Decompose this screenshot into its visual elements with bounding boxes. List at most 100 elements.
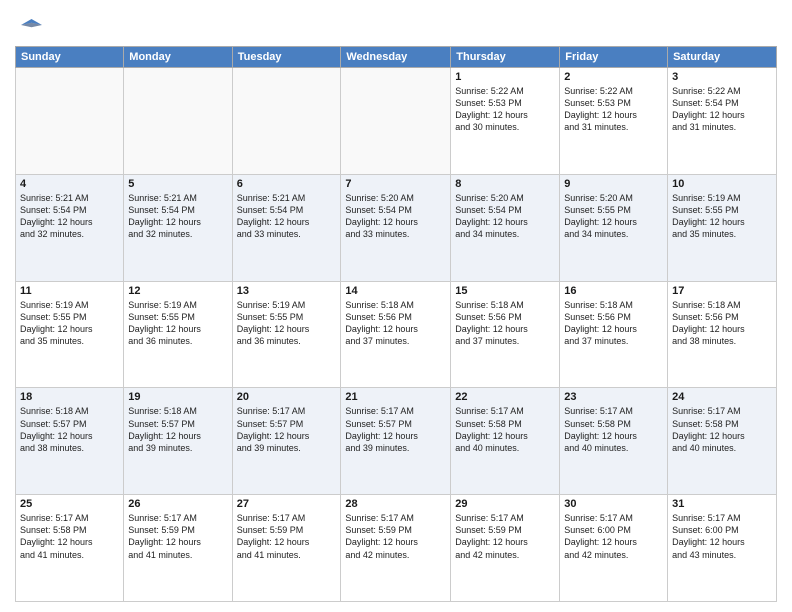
calendar-cell: 15 Sunrise: 5:18 AM Sunset: 5:56 PM Dayli…: [451, 281, 560, 388]
day-number: 8: [455, 178, 555, 190]
calendar-cell: 13 Sunrise: 5:19 AM Sunset: 5:55 PM Dayli…: [232, 281, 341, 388]
calendar-cell: 29 Sunrise: 5:17 AM Sunset: 5:59 PM Dayli…: [451, 495, 560, 602]
calendar-cell: 7 Sunrise: 5:20 AM Sunset: 5:54 PM Daylig…: [341, 174, 451, 281]
day-info: Sunrise: 5:22 AM Sunset: 5:53 PM Dayligh…: [455, 85, 555, 134]
calendar-cell: 3Sunrise: 5:22 AM Sunset: 5:54 PM Daylig…: [668, 68, 777, 175]
calendar-cell: 8 Sunrise: 5:20 AM Sunset: 5:54 PM Daylig…: [451, 174, 560, 281]
weekday-header-row: SundayMondayTuesdayWednesdayThursdayFrid…: [16, 47, 777, 68]
calendar-cell: 31 Sunrise: 5:17 AM Sunset: 6:00 PM Dayli…: [668, 495, 777, 602]
weekday-header: Monday: [124, 47, 232, 68]
calendar-week-row: 1 Sunrise: 5:22 AM Sunset: 5:53 PM Daylig…: [16, 68, 777, 175]
calendar-cell: 30 Sunrise: 5:17 AM Sunset: 6:00 PM Dayli…: [560, 495, 668, 602]
day-number: 12: [128, 285, 227, 297]
calendar-cell: [341, 68, 451, 175]
day-number: 1: [455, 71, 555, 83]
day-number: 7: [345, 178, 446, 190]
day-info: Sunrise: 5:20 AM Sunset: 5:54 PM Dayligh…: [455, 192, 555, 241]
day-number: 22: [455, 391, 555, 403]
calendar-week-row: 18 Sunrise: 5:18 AM Sunset: 5:57 PM Dayli…: [16, 388, 777, 495]
calendar-cell: 23Sunrise: 5:17 AM Sunset: 5:58 PM Dayli…: [560, 388, 668, 495]
day-info: Sunrise: 5:17 AM Sunset: 5:58 PM Dayligh…: [672, 405, 772, 454]
day-number: 28: [345, 498, 446, 510]
day-info: Sunrise: 5:17 AM Sunset: 5:57 PM Dayligh…: [237, 405, 337, 454]
day-info: Sunrise: 5:17 AM Sunset: 5:58 PM Dayligh…: [20, 512, 119, 561]
day-number: 13: [237, 285, 337, 297]
calendar: SundayMondayTuesdayWednesdayThursdayFrid…: [15, 46, 777, 602]
day-info: Sunrise: 5:18 AM Sunset: 5:56 PM Dayligh…: [564, 299, 663, 348]
day-info: Sunrise: 5:20 AM Sunset: 5:55 PM Dayligh…: [564, 192, 663, 241]
day-number: 18: [20, 391, 119, 403]
day-number: 15: [455, 285, 555, 297]
day-info: Sunrise: 5:17 AM Sunset: 5:58 PM Dayligh…: [455, 405, 555, 454]
day-info: Sunrise: 5:19 AM Sunset: 5:55 PM Dayligh…: [237, 299, 337, 348]
day-number: 5: [128, 178, 227, 190]
calendar-cell: [16, 68, 124, 175]
logo: [15, 10, 49, 40]
day-number: 21: [345, 391, 446, 403]
day-info: Sunrise: 5:21 AM Sunset: 5:54 PM Dayligh…: [128, 192, 227, 241]
day-number: 30: [564, 498, 663, 510]
weekday-header: Wednesday: [341, 47, 451, 68]
weekday-header: Thursday: [451, 47, 560, 68]
day-number: 14: [345, 285, 446, 297]
day-info: Sunrise: 5:17 AM Sunset: 6:00 PM Dayligh…: [672, 512, 772, 561]
day-number: 4: [20, 178, 119, 190]
calendar-cell: 4 Sunrise: 5:21 AM Sunset: 5:54 PM Daylig…: [16, 174, 124, 281]
calendar-cell: 1 Sunrise: 5:22 AM Sunset: 5:53 PM Daylig…: [451, 68, 560, 175]
day-info: Sunrise: 5:17 AM Sunset: 5:59 PM Dayligh…: [455, 512, 555, 561]
day-number: 2: [564, 71, 663, 83]
calendar-cell: 2Sunrise: 5:22 AM Sunset: 5:53 PM Daylig…: [560, 68, 668, 175]
day-info: Sunrise: 5:21 AM Sunset: 5:54 PM Dayligh…: [237, 192, 337, 241]
calendar-cell: 9 Sunrise: 5:20 AM Sunset: 5:55 PM Daylig…: [560, 174, 668, 281]
weekday-header: Tuesday: [232, 47, 341, 68]
day-number: 24: [672, 391, 772, 403]
day-number: 6: [237, 178, 337, 190]
day-info: Sunrise: 5:21 AM Sunset: 5:54 PM Dayligh…: [20, 192, 119, 241]
weekday-header: Sunday: [16, 47, 124, 68]
weekday-header: Friday: [560, 47, 668, 68]
day-number: 3: [672, 71, 772, 83]
day-number: 27: [237, 498, 337, 510]
day-info: Sunrise: 5:18 AM Sunset: 5:57 PM Dayligh…: [128, 405, 227, 454]
day-info: Sunrise: 5:18 AM Sunset: 5:56 PM Dayligh…: [455, 299, 555, 348]
calendar-cell: 17Sunrise: 5:18 AM Sunset: 5:56 PM Dayli…: [668, 281, 777, 388]
calendar-cell: 25 Sunrise: 5:17 AM Sunset: 5:58 PM Dayli…: [16, 495, 124, 602]
calendar-cell: 10 Sunrise: 5:19 AM Sunset: 5:55 PM Dayli…: [668, 174, 777, 281]
day-number: 23: [564, 391, 663, 403]
day-number: 29: [455, 498, 555, 510]
day-number: 19: [128, 391, 227, 403]
calendar-cell: [124, 68, 232, 175]
day-number: 20: [237, 391, 337, 403]
calendar-cell: 21 Sunrise: 5:17 AM Sunset: 5:57 PM Dayli…: [341, 388, 451, 495]
calendar-cell: 22 Sunrise: 5:17 AM Sunset: 5:58 PM Dayli…: [451, 388, 560, 495]
day-number: 10: [672, 178, 772, 190]
calendar-cell: 24 Sunrise: 5:17 AM Sunset: 5:58 PM Dayli…: [668, 388, 777, 495]
day-number: 9: [564, 178, 663, 190]
day-info: Sunrise: 5:18 AM Sunset: 5:56 PM Dayligh…: [345, 299, 446, 348]
day-number: 31: [672, 498, 772, 510]
day-number: 25: [20, 498, 119, 510]
day-info: Sunrise: 5:17 AM Sunset: 6:00 PM Dayligh…: [564, 512, 663, 561]
day-number: 26: [128, 498, 227, 510]
day-number: 17: [672, 285, 772, 297]
day-info: Sunrise: 5:18 AM Sunset: 5:57 PM Dayligh…: [20, 405, 119, 454]
weekday-header: Saturday: [668, 47, 777, 68]
day-info: Sunrise: 5:17 AM Sunset: 5:57 PM Dayligh…: [345, 405, 446, 454]
day-info: Sunrise: 5:19 AM Sunset: 5:55 PM Dayligh…: [672, 192, 772, 241]
calendar-cell: 16 Sunrise: 5:18 AM Sunset: 5:56 PM Dayli…: [560, 281, 668, 388]
calendar-cell: 5 Sunrise: 5:21 AM Sunset: 5:54 PM Daylig…: [124, 174, 232, 281]
calendar-week-row: 4 Sunrise: 5:21 AM Sunset: 5:54 PM Daylig…: [16, 174, 777, 281]
calendar-cell: 19 Sunrise: 5:18 AM Sunset: 5:57 PM Dayli…: [124, 388, 232, 495]
day-number: 16: [564, 285, 663, 297]
calendar-cell: 28Sunrise: 5:17 AM Sunset: 5:59 PM Dayli…: [341, 495, 451, 602]
calendar-cell: 26 Sunrise: 5:17 AM Sunset: 5:59 PM Dayli…: [124, 495, 232, 602]
calendar-cell: [232, 68, 341, 175]
logo-icon: [15, 10, 45, 40]
day-info: Sunrise: 5:17 AM Sunset: 5:59 PM Dayligh…: [128, 512, 227, 561]
day-info: Sunrise: 5:17 AM Sunset: 5:59 PM Dayligh…: [237, 512, 337, 561]
day-info: Sunrise: 5:20 AM Sunset: 5:54 PM Dayligh…: [345, 192, 446, 241]
calendar-cell: 27 Sunrise: 5:17 AM Sunset: 5:59 PM Dayli…: [232, 495, 341, 602]
page-header: [15, 10, 777, 40]
calendar-cell: 6 Sunrise: 5:21 AM Sunset: 5:54 PM Daylig…: [232, 174, 341, 281]
calendar-week-row: 11Sunrise: 5:19 AM Sunset: 5:55 PM Dayli…: [16, 281, 777, 388]
